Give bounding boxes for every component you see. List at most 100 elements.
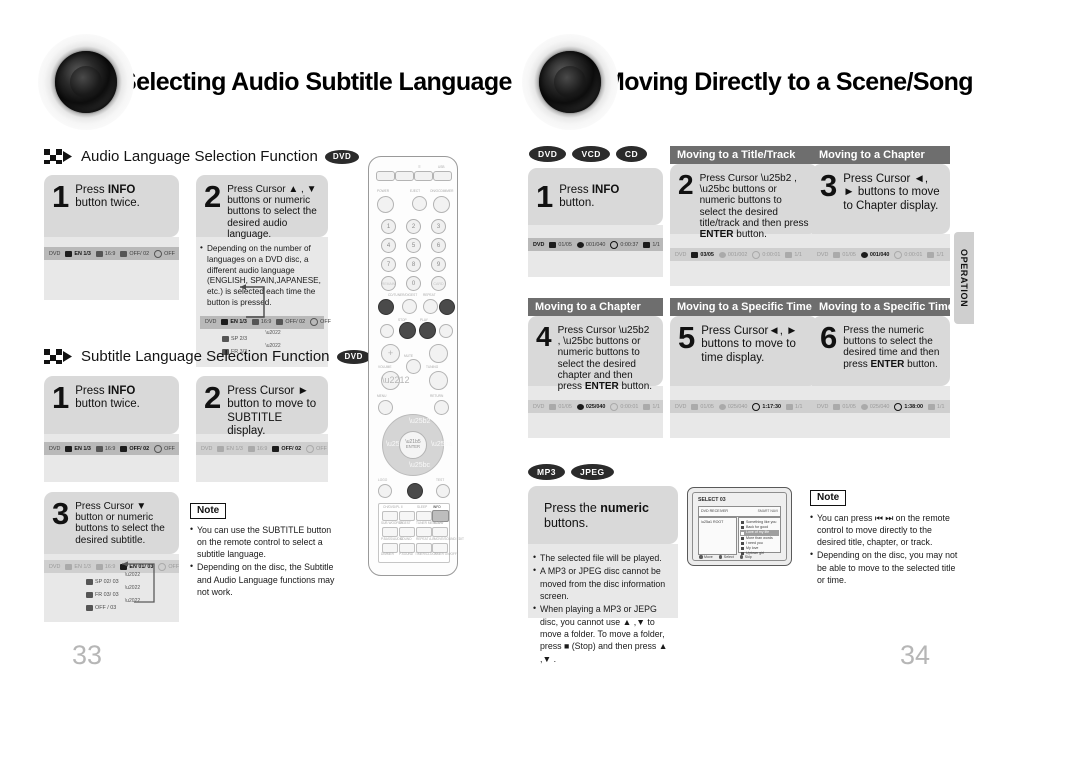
loop-arrow-icon — [240, 284, 265, 318]
mini-key-r[interactable] — [399, 511, 415, 521]
remote-key-3[interactable]: 3 — [431, 219, 446, 234]
mini-key-sleep[interactable] — [416, 511, 432, 521]
mini-key-slow[interactable] — [432, 527, 448, 537]
remote-key-6[interactable]: 6 — [431, 238, 446, 253]
bullet-item: When playing a MP3 or JEPG disc, you can… — [533, 602, 673, 665]
osd-chapter: 025/040 — [727, 403, 748, 410]
footer-skip: Skip — [739, 555, 752, 559]
remote-label-eject: EJECT — [410, 189, 421, 193]
step-text: Press Cursor ▲ , ▼ buttons or numeric bu… — [227, 184, 317, 240]
remote-key-mute[interactable] — [406, 359, 421, 374]
remote-key-4[interactable]: 4 — [381, 238, 396, 253]
chapter-icon — [860, 403, 868, 410]
audio-icon — [643, 241, 651, 248]
remote-key-next-track[interactable] — [439, 299, 455, 315]
audio-icon — [785, 251, 793, 258]
step-number: 1 — [536, 178, 554, 214]
audio-icon — [222, 336, 229, 343]
remote-key-9[interactable]: 9 — [431, 257, 446, 272]
remote-key-eject[interactable] — [412, 196, 427, 211]
mini-key-tunermem[interactable] — [416, 527, 432, 537]
remote-key-0[interactable]: 0 — [406, 276, 421, 291]
remote-key-8[interactable]: 8 — [406, 257, 421, 272]
chapter-icon — [718, 251, 726, 258]
remote-key-return[interactable] — [434, 400, 449, 415]
remote-key-card[interactable]: CARD — [431, 276, 446, 291]
step-bubble: 4 Press Cursor \u25b2 , \u25bc buttons o… — [528, 316, 663, 392]
remote-key-stop[interactable] — [399, 322, 416, 339]
title-icon — [691, 251, 699, 258]
remote-key-prev-track[interactable] — [378, 299, 394, 315]
remote-key-repeat[interactable] — [423, 299, 438, 314]
right-page-title: Moving Directly to a Scene/Song — [604, 67, 974, 96]
step-bubble: 1 Press INFO button twice. — [44, 376, 179, 434]
remote-key-menu[interactable] — [378, 400, 393, 415]
audio-icon — [785, 403, 793, 410]
remote-key-logo[interactable] — [378, 484, 392, 498]
step-text: Press Cursor◄, ► buttons to move to time… — [701, 325, 798, 364]
remote-key-play-pause[interactable] — [419, 322, 436, 339]
dpad-right-icon[interactable]: \u25ba — [431, 441, 452, 448]
left-page-header: Selecting Audio Subtitle Language — [38, 34, 512, 130]
speaker-logo-icon — [522, 34, 618, 130]
remote-control-illustration: ☰ USB POWER EJECT ON/OCDIMMER 1 2 3 4 5 … — [368, 156, 464, 576]
note-bullet: You can press ⏮ ⏭ on the remote control … — [810, 511, 960, 549]
remote-key-enter[interactable]: \u21b5 ENTER — [399, 431, 427, 459]
osd-title: 01/05 — [842, 251, 856, 258]
step-text: Press INFO button twice. — [75, 184, 140, 210]
remote-key-5[interactable]: 5 — [406, 238, 421, 253]
repeat-icon — [154, 249, 163, 258]
mp3-file-screen: SELECT 03 DVD RECEIVER SMART NAVI \u25a1… — [687, 487, 792, 566]
step-card-subtitle-1: 1 Press INFO button twice. DVD EN 1/3 16… — [44, 376, 179, 482]
remote-key-power[interactable] — [377, 196, 394, 213]
remote-key-2[interactable]: 2 — [406, 219, 421, 234]
mini-key-subwoofer[interactable] — [382, 527, 398, 537]
chain-item: OFF / 03 — [95, 604, 117, 611]
page-number-left: 33 — [72, 640, 103, 670]
remote-key-test[interactable] — [436, 484, 450, 498]
remote-key-aux[interactable] — [433, 171, 452, 181]
screen-folder: \u25a1 ROOT — [701, 520, 724, 524]
remote-key-tape[interactable] — [414, 171, 433, 181]
section-subtitle-language-heading: Subtitle Language Selection Function DVD — [44, 348, 371, 365]
remote-key-forward[interactable] — [439, 324, 453, 338]
osd-audio: EN 1/3 — [74, 563, 91, 570]
remote-key-remain[interactable]: REMAIN — [381, 276, 396, 291]
mini-label-info: INFO — [433, 505, 441, 509]
remote-label-dimmer: ON/OCDIMMER — [430, 189, 454, 193]
osd-aspect: 16:9 — [256, 445, 268, 452]
screen-inner: SELECT 03 DVD RECEIVER SMART NAVI \u25a1… — [692, 492, 787, 561]
remote-key-7[interactable]: 7 — [381, 257, 396, 272]
audio-icon — [927, 403, 935, 410]
dpad-up-icon[interactable]: \u25b2 — [409, 418, 430, 425]
remote-dpad[interactable]: \u25b2 \u25c4 \u25ba \u25bc \u21b5 ENTER — [382, 414, 452, 476]
mini-key-l[interactable] — [382, 511, 398, 521]
remote-key-1[interactable]: 1 — [381, 219, 396, 234]
subtitle-icon — [276, 319, 284, 326]
mp3-bullets: The selected file will be played. A MP3 … — [533, 551, 673, 665]
step-card-right-1: 1 Press INFO button. DVD 01/05 001/040 0… — [528, 168, 663, 277]
osd-status-bar: DVD EN 1/3 16:9 OFF/ 02 OFF — [44, 247, 179, 260]
osd-subtitle: OFF/ 02 — [285, 319, 306, 326]
disc-badge-jpeg: JPEG — [570, 464, 614, 480]
remote-key-dimmer[interactable] — [433, 196, 450, 213]
mini-key-digest[interactable] — [399, 527, 415, 537]
remote-key-tuner[interactable] — [395, 171, 414, 181]
osd-disc: DVD — [201, 445, 213, 452]
osd-title: 01/05 — [700, 403, 714, 410]
osd-chapter: 001/002 — [727, 251, 748, 258]
remote-key-digest[interactable] — [402, 299, 417, 314]
remote-key-volume-down[interactable]: \u2212 — [381, 371, 410, 390]
mp3-bullets-panel: The selected file will be played. A MP3 … — [528, 544, 678, 664]
dpad-down-icon[interactable]: \u25bc — [409, 462, 430, 469]
step-bubble: 3 Press Cursor ▼ button or numeric butto… — [44, 492, 179, 554]
step-number: 5 — [678, 320, 696, 355]
remote-key-center[interactable] — [407, 483, 423, 499]
remote-key-rewind[interactable] — [380, 324, 394, 338]
remote-key-dvd[interactable] — [376, 171, 395, 181]
remote-key-tuning-up[interactable] — [429, 344, 448, 363]
remote-key-volume-up[interactable]: + — [381, 344, 400, 363]
remote-key-tuning-down[interactable] — [429, 371, 448, 390]
step-text: Press INFO button. — [559, 183, 620, 209]
osd-disc: DVD — [49, 445, 61, 452]
